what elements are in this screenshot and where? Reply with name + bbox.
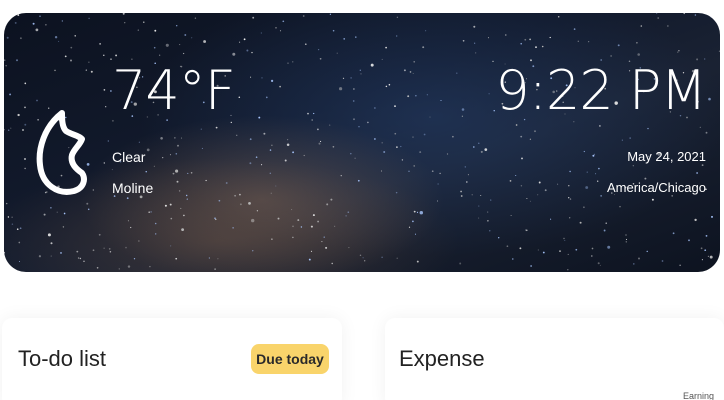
weather-clock-banner: 74°F Clear Moline 9:22 PM May 24, 2021 A… [4,13,720,272]
due-today-badge[interactable]: Due today [251,344,329,374]
weather-condition: Clear [112,149,146,165]
expense-card-title: Expense [399,346,485,371]
temperature-value: 74°F [112,59,236,122]
earning-legend-label: Earning [682,391,714,400]
todo-card-title: To-do list [18,346,107,371]
expense-card: Expense Earning [385,318,724,400]
moon-icon [36,110,87,195]
clock-time: 9:22 PM [495,59,707,122]
clock-date: May 24, 2021 [627,149,706,164]
dashboard-page: 74°F Clear Moline 9:22 PM May 24, 2021 A… [0,0,724,400]
starfield-background [4,13,720,271]
todo-card: To-do list Due today [2,318,342,400]
weather-location: Moline [112,180,154,196]
clock-timezone: America/Chicago [607,180,706,195]
